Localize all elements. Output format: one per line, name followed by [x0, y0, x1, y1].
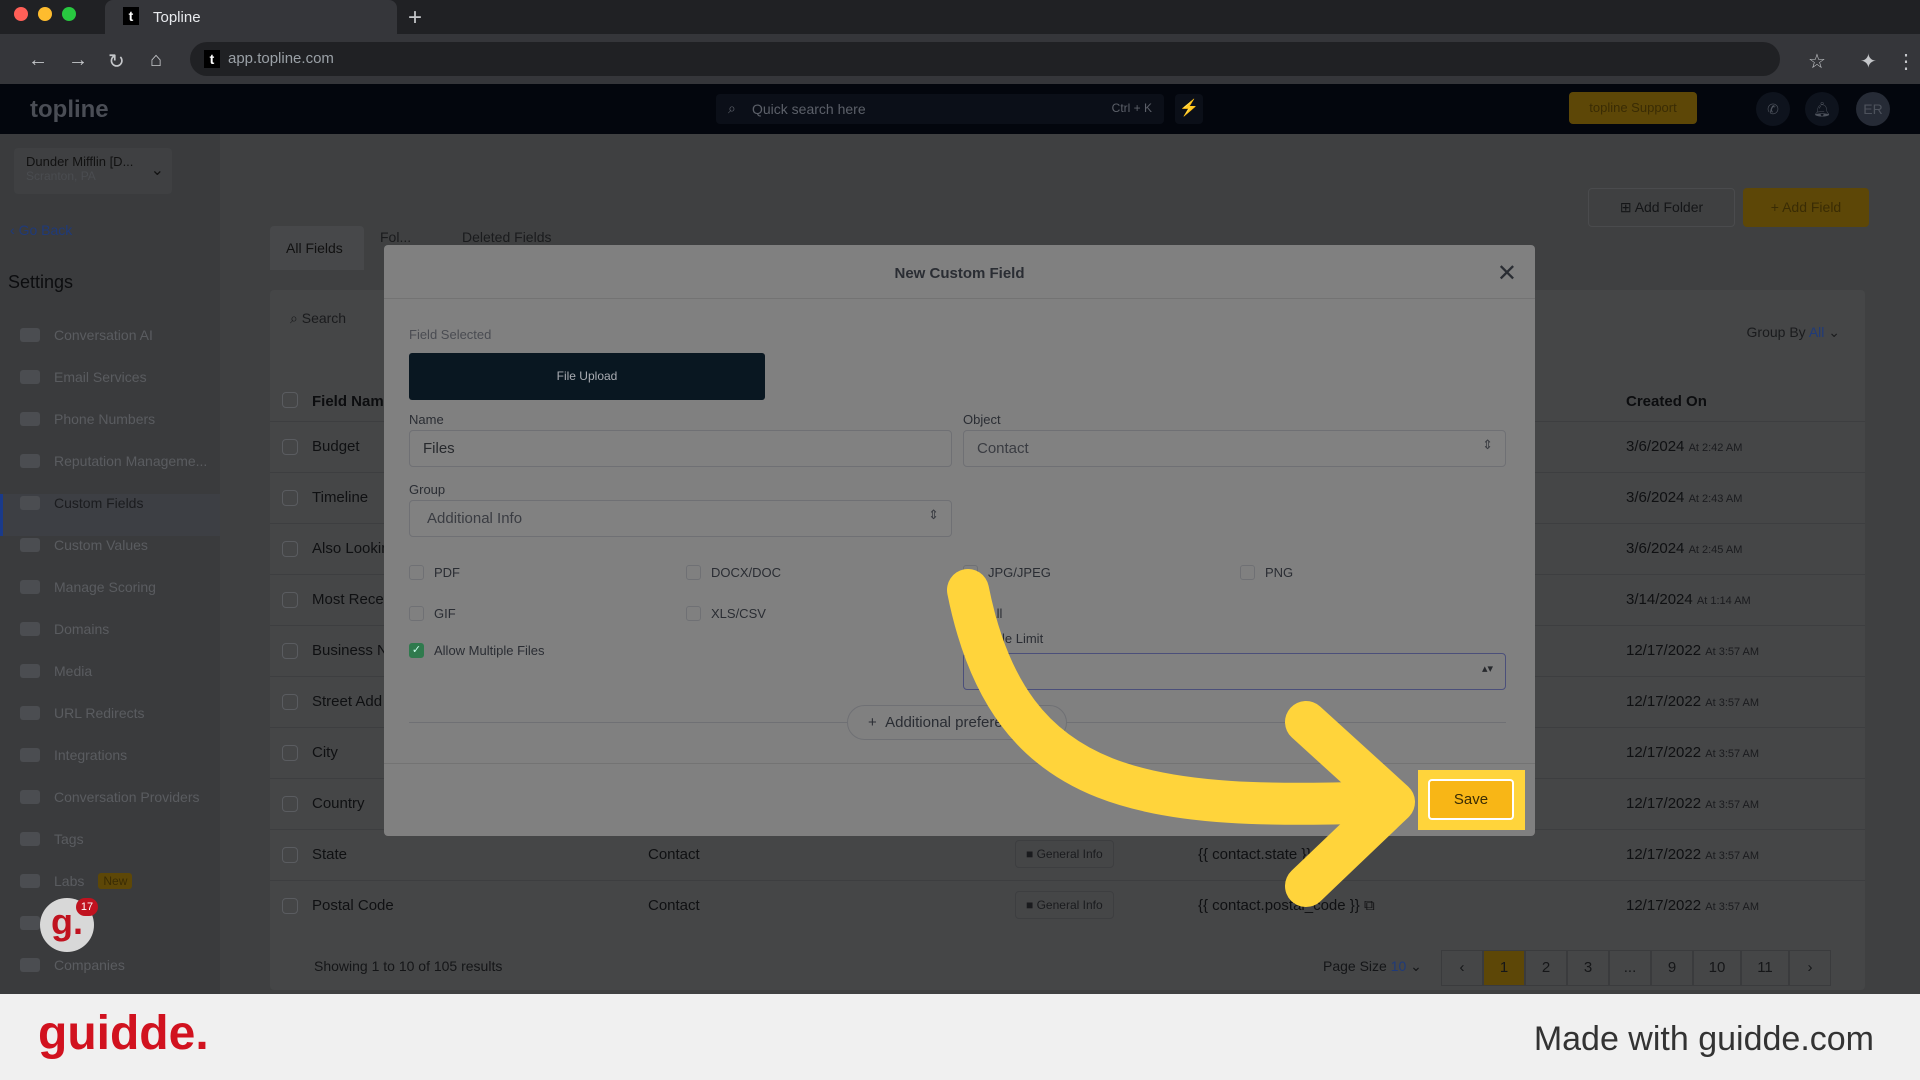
save-highlight: Save: [1418, 770, 1525, 830]
guide-arrow-icon: [947, 569, 1415, 907]
save-button[interactable]: Save: [1428, 779, 1514, 820]
